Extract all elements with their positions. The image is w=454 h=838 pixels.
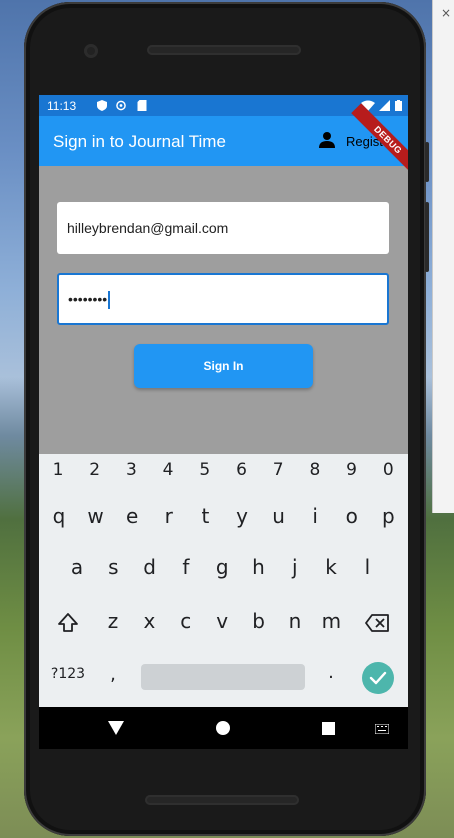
symbols-key[interactable]: ?123 [49, 666, 87, 682]
key-r[interactable]: r [159, 504, 179, 528]
app-screen: 11:13 Sign in to Journal Time Register D… [39, 95, 408, 707]
front-camera [84, 44, 98, 58]
shield-icon [97, 100, 107, 111]
key-u[interactable]: u [269, 504, 289, 528]
sync-icon [116, 100, 126, 111]
text-cursor [108, 291, 111, 310]
battery-icon [395, 100, 402, 111]
sign-in-button[interactable]: Sign In [134, 344, 313, 388]
earpiece-speaker [147, 45, 301, 55]
key-g[interactable]: g [212, 555, 232, 579]
key-7[interactable]: 7 [268, 460, 288, 480]
check-icon [369, 671, 387, 685]
app-bar: Sign in to Journal Time Register DEBUG [39, 103, 408, 177]
key-i[interactable]: i [305, 504, 325, 528]
email-field[interactable]: hilleybrendan@gmail.com [57, 202, 389, 254]
key-b[interactable]: b [249, 609, 269, 633]
key-5[interactable]: 5 [195, 460, 215, 480]
key-v[interactable]: v [212, 609, 232, 633]
key-p[interactable]: p [378, 504, 398, 528]
navigation-bar [39, 707, 408, 749]
space-key[interactable] [141, 664, 305, 690]
signal-icon [379, 100, 390, 111]
key-c[interactable]: c [176, 609, 196, 633]
key-a[interactable]: a [67, 555, 87, 579]
status-time: 11:13 [47, 99, 77, 113]
password-field[interactable]: •••••••• [57, 273, 389, 325]
key-6[interactable]: 6 [232, 460, 252, 480]
key-y[interactable]: y [232, 504, 252, 528]
done-key[interactable] [362, 662, 394, 694]
bottom-speaker [145, 795, 299, 805]
key-s[interactable]: s [103, 555, 123, 579]
recents-icon[interactable] [322, 722, 335, 735]
key-l[interactable]: l [357, 555, 377, 579]
key-3[interactable]: 3 [121, 460, 141, 480]
key-9[interactable]: 9 [342, 460, 362, 480]
key-4[interactable]: 4 [158, 460, 178, 480]
key-1[interactable]: 1 [48, 460, 68, 480]
key-x[interactable]: x [139, 609, 159, 633]
person-icon[interactable] [318, 131, 336, 149]
key-k[interactable]: k [321, 555, 341, 579]
key-8[interactable]: 8 [305, 460, 325, 480]
key-h[interactable]: h [249, 555, 269, 579]
shift-key-icon[interactable] [57, 612, 79, 634]
key-z[interactable]: z [103, 609, 123, 633]
sd-card-icon [137, 100, 147, 111]
backspace-key-icon[interactable] [365, 614, 389, 632]
key-w[interactable]: w [86, 504, 106, 528]
power-button [425, 202, 429, 272]
volume-button [425, 142, 429, 182]
page-title: Sign in to Journal Time [53, 132, 226, 151]
background-window: × [432, 0, 454, 513]
password-value: •••••••• [68, 291, 108, 307]
key-t[interactable]: t [195, 504, 215, 528]
comma-key[interactable]: , [105, 664, 121, 685]
key-d[interactable]: d [140, 555, 160, 579]
key-n[interactable]: n [285, 609, 305, 633]
period-key[interactable]: . [323, 662, 339, 683]
key-m[interactable]: m [321, 609, 341, 633]
key-o[interactable]: o [342, 504, 362, 528]
key-q[interactable]: q [49, 504, 69, 528]
key-0[interactable]: 0 [378, 460, 398, 480]
key-e[interactable]: e [122, 504, 142, 528]
close-icon[interactable]: × [441, 6, 451, 20]
key-f[interactable]: f [176, 555, 196, 579]
keyboard-switch-icon[interactable] [375, 724, 389, 734]
key-j[interactable]: j [285, 555, 305, 579]
key-2[interactable]: 2 [85, 460, 105, 480]
back-icon[interactable] [108, 721, 124, 735]
soft-keyboard: 1234567890 qwertyuiop asdfghjkl zxcvbnm … [39, 454, 408, 707]
home-icon[interactable] [216, 721, 230, 735]
